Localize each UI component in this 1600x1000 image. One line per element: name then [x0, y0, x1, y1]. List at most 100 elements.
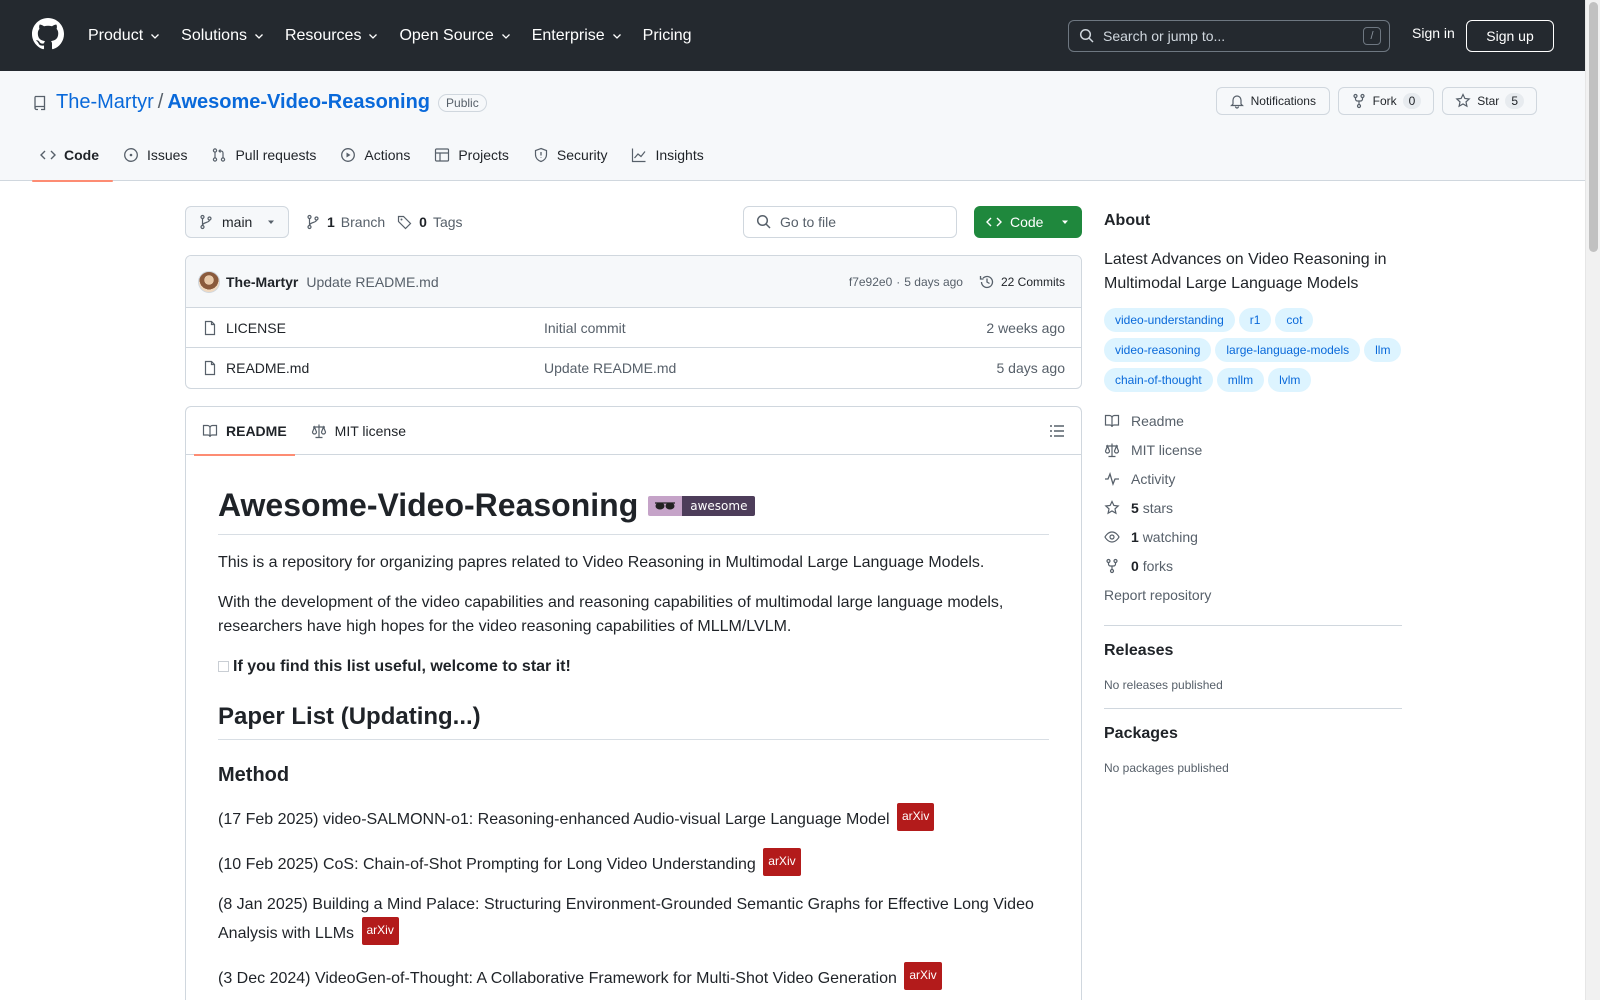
tags-link[interactable]: 0 Tags [397, 214, 463, 230]
topic-tag[interactable]: mllm [1216, 368, 1265, 392]
chevron-down-icon [255, 33, 263, 39]
chevron-down-icon [151, 33, 160, 39]
page-scrollbar[interactable] [1585, 0, 1600, 1000]
topic-tag[interactable]: lvlm [1268, 368, 1312, 392]
readme-intro: This is a repository for organizing papr… [218, 554, 985, 571]
arxiv-badge-link[interactable]: arXiv [904, 962, 942, 990]
report-repository-link[interactable]: Report repository [1104, 580, 1402, 609]
forks-link[interactable]: 0 forks [1104, 551, 1402, 580]
repo-name-link[interactable]: Awesome-Video-Reasoning [167, 91, 430, 114]
commits-count-label: 22 Commits [1000, 274, 1065, 289]
branches-link[interactable]: 1 Branch [305, 214, 385, 230]
nav-product[interactable]: Product [88, 27, 161, 45]
tab-code[interactable]: Code [32, 129, 113, 182]
file-row[interactable]: README.md Update README.md 5 days ago [186, 348, 1081, 388]
awesome-badge[interactable]: awesome [648, 495, 756, 516]
stars-count: 5 [1131, 499, 1139, 516]
github-logo-icon[interactable] [32, 18, 64, 50]
tab-security[interactable]: Security [525, 129, 622, 181]
activity-link[interactable]: Activity [1104, 464, 1402, 493]
star-button[interactable]: Star 5 [1442, 87, 1537, 115]
tab-projects[interactable]: Projects [426, 129, 523, 181]
paper-item: (10 Feb 2025) CoS: Chain-of-Shot Prompti… [218, 848, 1049, 877]
tab-license[interactable]: MIT license [303, 407, 414, 455]
notifications-label: Notifications [1250, 94, 1316, 108]
topic-tag[interactable]: chain-of-thought [1104, 368, 1213, 392]
nav-enterprise[interactable]: Enterprise [532, 27, 623, 45]
commit-message-link[interactable]: Update README.md [306, 274, 438, 290]
topic-tag[interactable]: large-language-models [1215, 338, 1361, 362]
shield-icon [534, 147, 548, 163]
readme-link[interactable]: Readme [1104, 406, 1402, 435]
topic-tag[interactable]: llm [1364, 338, 1402, 362]
about-heading: About [1104, 212, 1151, 229]
arxiv-badge-link[interactable]: arXiv [896, 803, 935, 831]
file-commit-message[interactable]: Initial commit [544, 320, 626, 336]
stars-link[interactable]: 5 stars [1104, 493, 1402, 522]
tab-readme[interactable]: README [194, 407, 295, 456]
history-icon [979, 275, 994, 288]
pull-request-icon [213, 148, 226, 162]
commit-author-link[interactable]: The-Martyr [226, 274, 298, 290]
topic-tag[interactable]: video-reasoning [1104, 338, 1212, 362]
nav-open-source[interactable]: Open Source [399, 27, 511, 45]
commits-history-link[interactable]: 22 Commits [979, 274, 1065, 290]
notifications-button[interactable]: Notifications [1215, 87, 1330, 115]
repo-owner-link[interactable]: The-Martyr [56, 91, 154, 114]
sign-in-link[interactable]: Sign in [1412, 25, 1455, 41]
tab-pull-requests[interactable]: Pull requests [203, 129, 330, 181]
bell-icon [1229, 95, 1244, 109]
arxiv-badge-link[interactable]: arXiv [361, 917, 399, 945]
caret-down-icon [1062, 220, 1068, 224]
branch-selector[interactable]: main [185, 206, 289, 238]
commit-meta: f7e92e0 · 5 days ago 22 Commits [849, 274, 1065, 290]
topic-tag[interactable]: video-understanding [1104, 308, 1235, 332]
nav-solutions[interactable]: Solutions [181, 27, 265, 45]
search-placeholder: Search or jump to... [1103, 28, 1226, 44]
divider [1104, 625, 1402, 626]
packages-heading[interactable]: Packages [1104, 725, 1402, 743]
outline-list-icon[interactable] [1049, 423, 1065, 439]
tab-issues[interactable]: Issues [115, 129, 201, 181]
avatar[interactable] [198, 270, 220, 293]
nav-solutions-label: Solutions [181, 26, 247, 44]
tab-actions[interactable]: Actions [332, 129, 424, 181]
releases-heading[interactable]: Releases [1104, 642, 1402, 660]
forks-count: 0 [1131, 557, 1139, 574]
global-search-input[interactable]: Search or jump to... / [1068, 20, 1390, 52]
commit-hash-link[interactable]: f7e92e0 [849, 275, 892, 289]
repo-icon [34, 95, 46, 110]
scrollbar-thumb[interactable] [1589, 2, 1598, 252]
tag-count: 0 [419, 214, 427, 230]
paper-item: (3 Dec 2024) VideoGen-of-Thought: A Coll… [218, 962, 1049, 991]
star-label: Star [1477, 94, 1500, 108]
sign-up-button[interactable]: Sign up [1466, 20, 1554, 52]
go-to-file-input[interactable]: Go to file [743, 206, 957, 238]
fork-button[interactable]: Fork 0 [1337, 87, 1435, 115]
nav-resources-label: Resources [284, 26, 362, 44]
topic-tag[interactable]: cot [1275, 308, 1314, 332]
file-icon [204, 320, 216, 335]
file-row[interactable]: LICENSE Initial commit 2 weeks ago [186, 308, 1081, 348]
topic-tag[interactable]: r1 [1238, 308, 1272, 332]
sunglasses-icon [648, 495, 683, 516]
star-note-text: If you find this list useful, welcome to… [233, 658, 571, 675]
law-scale-icon [1104, 443, 1120, 457]
code-dropdown-button[interactable]: Code [974, 206, 1082, 238]
nav-pricing[interactable]: Pricing [643, 27, 692, 45]
file-commit-message[interactable]: Update README.md [544, 360, 676, 376]
repo-description: Latest Advances on Video Reasoning in Mu… [1104, 251, 1387, 292]
code-icon [986, 217, 1002, 227]
license-link[interactable]: MIT license [1104, 435, 1402, 464]
tab-insights[interactable]: Insights [623, 129, 717, 181]
nav-product-label: Product [88, 26, 144, 44]
nav-resources[interactable]: Resources [285, 27, 379, 45]
issue-icon [124, 148, 138, 162]
divider [1104, 708, 1402, 709]
code-button-label: Code [1010, 214, 1044, 230]
table-icon [435, 148, 450, 162]
arxiv-badge-link[interactable]: arXiv [763, 848, 801, 876]
watchers-link[interactable]: 1 watching [1104, 522, 1402, 551]
file-name-link[interactable]: LICENSE [226, 320, 544, 336]
file-name-link[interactable]: README.md [226, 360, 544, 376]
